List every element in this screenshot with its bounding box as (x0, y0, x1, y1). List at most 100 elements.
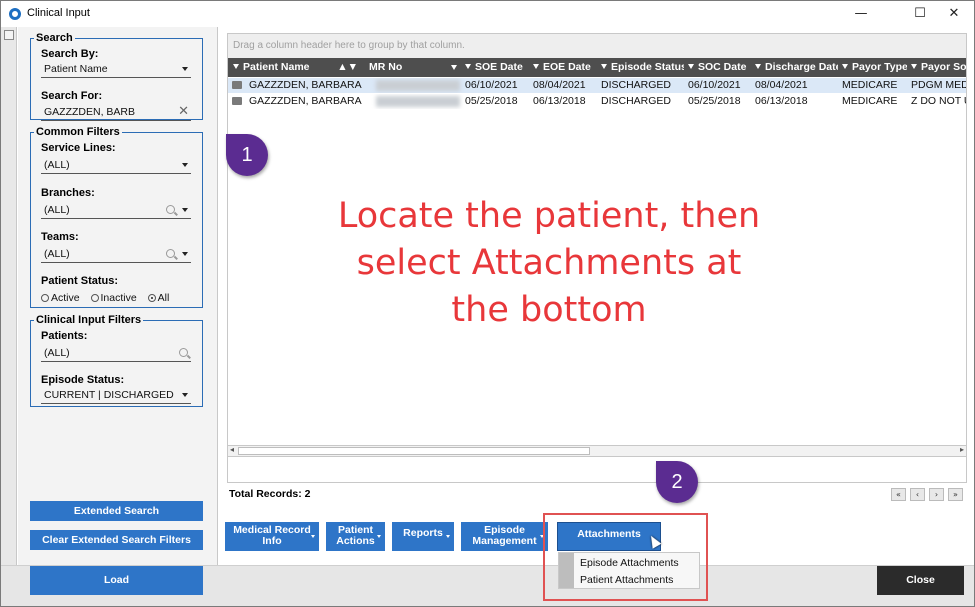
dropdown-caret-icon[interactable] (311, 535, 315, 538)
clear-icon[interactable]: ✕ (178, 104, 189, 119)
dropdown-caret-icon[interactable] (377, 535, 381, 538)
patients-value: (ALL) (44, 347, 70, 359)
search-group: Search Search By: Patient Name Search Fo… (30, 32, 203, 121)
chevron-down-icon[interactable] (182, 208, 188, 212)
search-by-label: Search By: (41, 48, 99, 60)
mr-no-redacted (376, 80, 460, 91)
column-header-patient-name[interactable]: Patient Name ▲▼ (230, 58, 364, 77)
instruction-callout: Locate the patient, then select Attachme… (337, 196, 761, 330)
medical-record-info-button[interactable]: Medical Record Info (225, 522, 319, 551)
search-icon[interactable] (166, 249, 175, 258)
episode-status-select[interactable]: CURRENT | DISCHARGED (41, 388, 191, 404)
filter-icon[interactable] (465, 64, 471, 69)
cell-payor-source: Z DO NOT USE (911, 95, 966, 107)
search-icon[interactable] (179, 348, 188, 357)
load-button[interactable]: Load (30, 566, 203, 595)
chevron-down-icon[interactable] (182, 67, 188, 71)
mr-no-redacted (376, 96, 460, 107)
filter-icon[interactable] (688, 64, 694, 69)
scroll-right-icon[interactable]: ▸ (960, 445, 964, 454)
cell-soc-date: 06/10/2021 (688, 79, 741, 91)
common-filters-group: Common Filters Service Lines: (ALL) Bran… (30, 126, 203, 308)
teams-label: Teams: (41, 231, 79, 243)
service-lines-value: (ALL) (44, 159, 70, 171)
column-header-mr-no[interactable]: MR No (366, 58, 461, 77)
first-page-button[interactable]: « (891, 488, 906, 501)
horizontal-scrollbar[interactable]: ◂ ▸ (227, 445, 967, 457)
scrollbar-thumb[interactable] (238, 447, 590, 455)
search-for-input[interactable]: GAZZZDEN, BARB ✕ (41, 104, 191, 121)
column-header-payor-type[interactable]: Payor Type (839, 58, 907, 77)
panel-toggle-icon[interactable] (4, 30, 14, 40)
search-by-select[interactable]: Patient Name (41, 62, 191, 78)
filter-icon[interactable] (842, 64, 848, 69)
teams-select[interactable]: (ALL) (41, 247, 191, 263)
step-1-marker: 1 (226, 134, 268, 176)
filter-icon[interactable] (755, 64, 761, 69)
cell-eoe-date: 06/13/2018 (533, 95, 586, 107)
minimize-icon[interactable]: — (845, 4, 877, 24)
column-header-eoe-date[interactable]: EOE Date (530, 58, 597, 77)
collapse-strip[interactable] (1, 27, 17, 565)
scroll-left-icon[interactable]: ◂ (230, 445, 234, 454)
search-by-value: Patient Name (44, 63, 108, 75)
extended-search-button[interactable]: Extended Search (30, 501, 203, 521)
cell-soe-date: 06/10/2021 (465, 79, 518, 91)
next-page-button[interactable]: › (929, 488, 944, 501)
radio-selected-icon[interactable] (147, 294, 156, 302)
common-filters-legend: Common Filters (36, 126, 120, 138)
clear-extended-search-button[interactable]: Clear Extended Search Filters (30, 530, 203, 550)
radio-icon[interactable] (90, 294, 99, 302)
filter-icon[interactable] (601, 64, 607, 69)
branches-select[interactable]: (ALL) (41, 203, 191, 219)
maximize-icon[interactable]: ☐ (904, 4, 936, 24)
episode-status-label: Episode Status: (41, 374, 125, 386)
close-window-icon[interactable]: ✕ (938, 4, 970, 24)
status-radio-active[interactable]: Active (41, 292, 80, 304)
cell-discharge-date: 08/04/2021 (755, 79, 808, 91)
search-icon[interactable] (166, 205, 175, 214)
close-button[interactable]: Close (877, 566, 964, 595)
filter-icon[interactable] (233, 64, 239, 69)
filter-icon[interactable] (451, 65, 457, 70)
column-header-soe-date[interactable]: SOE Date (462, 58, 529, 77)
previous-page-button[interactable]: ‹ (910, 488, 925, 501)
episode-status-value: CURRENT | DISCHARGED (44, 389, 174, 401)
column-header-episode-status[interactable]: Episode Status (598, 58, 684, 77)
column-header-discharge-date[interactable]: Discharge Date (752, 58, 838, 77)
total-records: Total Records: 2 (229, 488, 311, 500)
status-radio-inactive[interactable]: Inactive (90, 292, 137, 304)
patient-status-label: Patient Status: (41, 275, 119, 287)
patient-status-radios: Active Inactive All (41, 292, 177, 304)
sort-icon[interactable]: ▲▼ (337, 58, 358, 77)
group-by-bar[interactable]: Drag a column header here to group by th… (228, 34, 966, 58)
column-header-payor-source[interactable]: Payor Source (908, 58, 966, 77)
radio-icon[interactable] (41, 294, 49, 302)
filter-icon[interactable] (533, 64, 539, 69)
chevron-down-icon[interactable] (182, 252, 188, 256)
folder-icon (232, 97, 242, 105)
table-row[interactable]: GAZZZDEN, BARBARA J. 05/25/2018 06/13/20… (228, 94, 966, 109)
column-header-soc-date[interactable]: SOC Date (685, 58, 751, 77)
service-lines-label: Service Lines: (41, 142, 116, 154)
bottom-bar: Load Close (1, 565, 974, 606)
table-row[interactable]: GAZZZDEN, BARBARA J. 06/10/2021 08/04/20… (228, 78, 966, 93)
filter-icon[interactable] (911, 64, 917, 69)
search-for-value: GAZZZDEN, BARB (44, 106, 136, 118)
title-bar: Clinical Input — ☐ ✕ (1, 1, 974, 27)
search-for-label: Search For: (41, 90, 103, 102)
status-radio-all[interactable]: All (147, 292, 169, 304)
branches-label: Branches: (41, 187, 95, 199)
chevron-down-icon[interactable] (182, 393, 188, 397)
chevron-down-icon[interactable] (182, 163, 188, 167)
patients-select[interactable]: (ALL) (41, 346, 191, 362)
last-page-button[interactable]: » (948, 488, 963, 501)
clinical-filters-legend: Clinical Input Filters (36, 314, 142, 326)
service-lines-select[interactable]: (ALL) (41, 158, 191, 174)
cell-soc-date: 05/25/2018 (688, 95, 741, 107)
reports-button[interactable]: Reports (392, 522, 454, 551)
dropdown-caret-icon[interactable] (446, 535, 450, 538)
episode-management-button[interactable]: Episode Management (461, 522, 548, 551)
patient-actions-button[interactable]: Patient Actions (326, 522, 385, 551)
window-title: Clinical Input (27, 7, 90, 19)
